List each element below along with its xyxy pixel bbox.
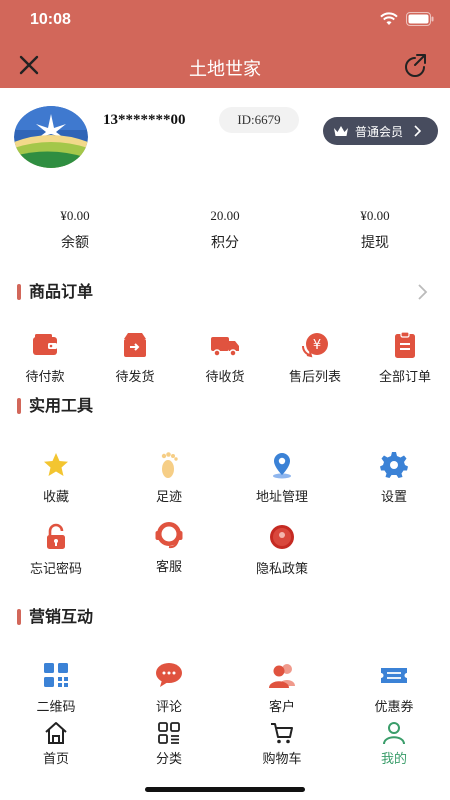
tool-label: 忘记密码 [29, 562, 82, 577]
refund-icon: ¥ [301, 333, 328, 358]
user-id-badge: ID:6679 [219, 107, 299, 133]
box-icon [124, 333, 146, 357]
stat-value: ¥0.00 [360, 208, 390, 223]
tool-label: 设置 [380, 490, 407, 505]
marketing-label: 二维码 [36, 700, 76, 715]
tab-label: 首页 [42, 752, 69, 767]
tool-settings[interactable]: 设置 [349, 450, 439, 505]
wifi-icon [380, 12, 398, 25]
comment-icon [156, 663, 182, 687]
privacy-icon [270, 525, 294, 549]
app-header: 10:08 土地世家 [0, 0, 450, 88]
marketing-customers[interactable]: 客户 [237, 660, 327, 715]
tab-label: 我的 [380, 752, 407, 767]
order-label: 待发货 [115, 370, 155, 385]
order-pending-payment[interactable]: 待付款 [0, 330, 90, 385]
tab-home[interactable]: 首页 [11, 720, 101, 767]
order-pending-receipt[interactable]: 待收货 [180, 330, 270, 385]
tool-address[interactable]: 地址管理 [237, 450, 327, 505]
marketing-label: 评论 [155, 700, 182, 715]
order-pending-shipment[interactable]: 待发货 [90, 330, 180, 385]
coupon-icon [381, 668, 407, 683]
tool-label: 客服 [155, 560, 182, 575]
star-icon [44, 453, 68, 476]
member-level-label: 普通会员 [355, 124, 404, 139]
tool-forgot-password[interactable]: 忘记密码 [11, 522, 101, 577]
home-indicator [145, 787, 305, 792]
stat-value: 20.00 [210, 208, 240, 223]
tool-customer-service[interactable]: 客服 [124, 520, 214, 575]
status-time: 10:08 [30, 11, 71, 28]
chevron-right-icon[interactable] [416, 283, 428, 301]
chevron-right-icon [414, 125, 422, 137]
marketing-label: 优惠券 [374, 700, 414, 715]
page-title: 土地世家 [189, 59, 261, 80]
marketing-label: 客户 [268, 700, 295, 715]
order-label: 待收货 [205, 370, 245, 385]
member-level-button[interactable]: 普通会员 [323, 117, 438, 145]
tab-label: 分类 [155, 752, 182, 767]
crown-icon [334, 126, 348, 136]
marketing-coupons[interactable]: 优惠券 [349, 660, 439, 715]
tool-label: 地址管理 [255, 490, 308, 505]
profile-icon [383, 722, 405, 745]
tab-mine[interactable]: 我的 [349, 720, 439, 767]
account-stats: ¥0.00 余额 20.00 积分 ¥0.00 提现 [0, 208, 450, 252]
order-after-sales[interactable]: ¥ 售后列表 [270, 330, 360, 385]
status-icons [380, 12, 434, 26]
home-icon [45, 722, 67, 744]
tool-label: 足迹 [155, 490, 182, 505]
cart-icon [271, 723, 293, 744]
footprint-icon [161, 452, 178, 478]
stat-label: 提现 [361, 235, 389, 251]
order-label: 售后列表 [288, 370, 341, 385]
headset-icon [155, 522, 183, 549]
order-label: 待付款 [25, 370, 65, 385]
wallet-icon [33, 334, 57, 355]
tool-favorites[interactable]: 收藏 [11, 450, 101, 505]
stat-label: 积分 [211, 235, 239, 251]
stat-balance[interactable]: ¥0.00 余额 [0, 208, 150, 252]
section-title-orders: 商品订单 [17, 282, 93, 302]
tab-cart[interactable]: 购物车 [237, 720, 327, 767]
user-phone: 13*******00 [103, 112, 186, 128]
lock-icon [47, 523, 65, 549]
tool-footprints[interactable]: 足迹 [124, 450, 214, 505]
truck-icon [211, 337, 239, 357]
battery-icon [406, 12, 434, 26]
tab-label: 购物车 [262, 752, 302, 767]
share-icon[interactable] [402, 52, 430, 80]
stat-value: ¥0.00 [60, 208, 90, 223]
qrcode-icon [44, 663, 68, 687]
order-label: 全部订单 [378, 370, 431, 385]
marketing-qrcode[interactable]: 二维码 [11, 660, 101, 715]
order-all[interactable]: 全部订单 [360, 330, 450, 385]
stat-withdraw[interactable]: ¥0.00 提现 [300, 208, 450, 252]
users-icon [269, 664, 295, 688]
stat-points[interactable]: 20.00 积分 [150, 208, 300, 252]
tool-label: 收藏 [42, 490, 69, 505]
tool-label: 隐私政策 [255, 562, 308, 577]
gear-icon [380, 452, 408, 478]
marketing-comments[interactable]: 评论 [124, 660, 214, 715]
section-title-tools: 实用工具 [17, 396, 93, 416]
avatar[interactable] [14, 106, 88, 168]
location-icon [273, 453, 291, 479]
tool-privacy-policy[interactable]: 隐私政策 [237, 522, 327, 577]
clipboard-icon [395, 331, 415, 358]
stat-label: 余额 [61, 235, 89, 251]
tab-category[interactable]: 分类 [124, 720, 214, 767]
svg-text:¥: ¥ [313, 338, 321, 353]
category-icon [158, 722, 180, 744]
section-title-marketing: 营销互动 [17, 607, 93, 627]
